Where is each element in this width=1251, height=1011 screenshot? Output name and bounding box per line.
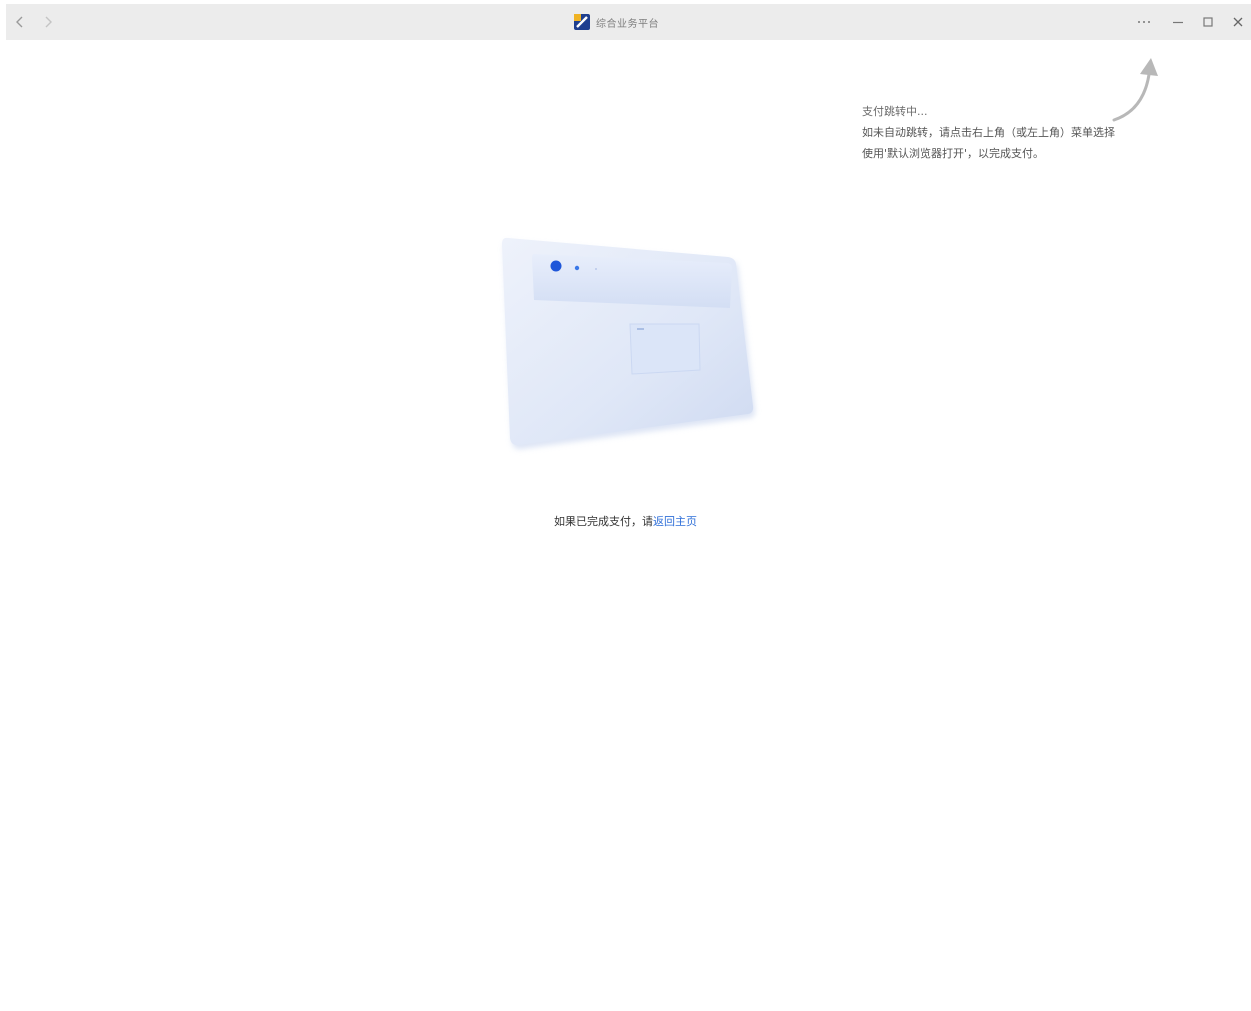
window-title-area: 综合业务平台 <box>574 13 659 31</box>
browser-window-illustration <box>502 237 756 450</box>
payment-status-message: 如果已完成支付，请返回主页 <box>0 513 1251 529</box>
redirect-hint: 支付跳转中... 如未自动跳转，请点击右上角（或左上角）菜单选择 使用'默认浏览… <box>862 101 1162 164</box>
hint-line-browser: 使用'默认浏览器打开'，以完成支付。 <box>862 147 1045 160</box>
forward-button[interactable] <box>40 14 56 30</box>
back-button[interactable] <box>12 14 28 30</box>
close-button[interactable] <box>1230 14 1246 30</box>
app-logo-icon <box>574 14 590 30</box>
minimize-icon <box>1173 21 1183 24</box>
window-title: 综合业务平台 <box>596 18 659 30</box>
more-horizontal-icon <box>1138 21 1150 23</box>
hint-line-instruction: 如未自动跳转，请点击右上角（或左上角）菜单选择 <box>862 126 1115 139</box>
chevron-right-icon <box>45 16 52 28</box>
chevron-left-icon <box>16 16 23 28</box>
more-button[interactable] <box>1136 14 1152 30</box>
close-icon <box>1233 17 1243 27</box>
app-window: 综合业务平台 支付跳转中... 如未自动跳转，请点击右上角（或左上角）菜单选择 … <box>0 0 1251 1011</box>
minimize-button[interactable] <box>1170 14 1186 30</box>
title-bar: 综合业务平台 <box>6 4 1251 40</box>
hint-line-redirecting: 支付跳转中... <box>862 105 928 118</box>
return-home-link[interactable]: 返回主页 <box>653 515 697 528</box>
maximize-button[interactable] <box>1200 14 1216 30</box>
status-text: 如果已完成支付，请 <box>554 515 653 528</box>
maximize-icon <box>1203 17 1213 27</box>
